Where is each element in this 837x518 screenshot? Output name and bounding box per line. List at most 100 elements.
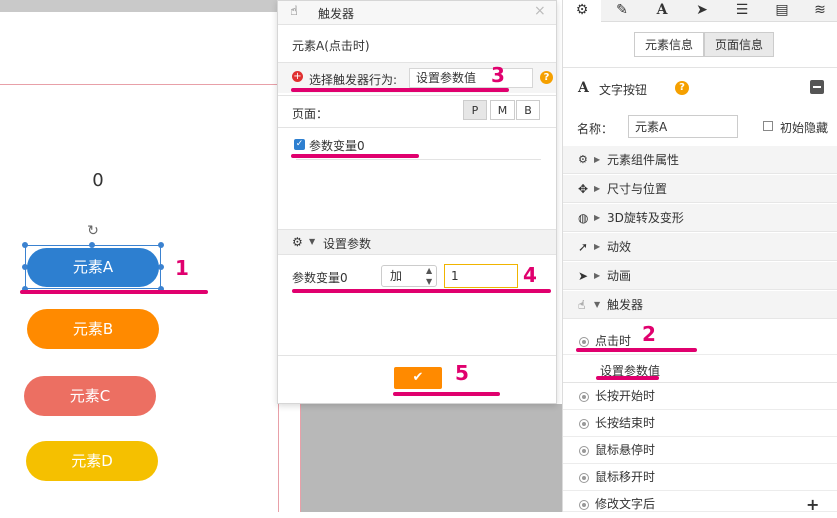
gear-icon[interactable]: ⚙ (563, 0, 601, 22)
set-param-header[interactable]: ⚙ ▼ 设置参数 (278, 229, 556, 255)
divider (278, 355, 556, 356)
gear-icon: ⚙ (578, 153, 588, 166)
event-radio (579, 410, 595, 437)
page-button-b[interactable]: B (516, 100, 540, 120)
caret-right-icon: ▶ (594, 213, 601, 222)
event-radio (579, 437, 595, 464)
annotation-underline (292, 289, 551, 293)
section-label: 触发器 (607, 298, 644, 312)
event-mouse-hover[interactable]: 鼠标悬停时 (563, 437, 837, 464)
list-icon[interactable]: ☰ (723, 0, 761, 22)
event-long-press-start[interactable]: 长按开始时 (563, 383, 837, 410)
event-long-press-end[interactable]: 长按结束时 (563, 410, 837, 437)
text-a-icon[interactable]: A (643, 0, 681, 22)
resize-handle[interactable] (158, 242, 164, 248)
hand-pointer-icon: ☝ (290, 4, 298, 19)
behavior-select[interactable]: 设置参数值 (409, 68, 533, 88)
element-b-button[interactable]: 元素B (27, 309, 159, 349)
section-label: 元素组件属性 (607, 153, 680, 167)
annotation-underline (596, 376, 659, 380)
page-button-p[interactable]: P (463, 100, 487, 120)
hidden-checkbox[interactable] (763, 121, 773, 131)
rocket-icon: ➚ (578, 240, 589, 254)
event-label: 长按结束时 (595, 416, 656, 430)
hidden-label: 初始隐藏 (780, 121, 829, 135)
document-icon[interactable]: ▤ (763, 0, 801, 22)
radio-icon (579, 418, 589, 429)
section-label: 动效 (607, 240, 632, 254)
section-size-position[interactable]: ✥ ▶ 尺寸与位置 (563, 175, 837, 203)
hand-pointer-icon: ☝ (578, 298, 586, 312)
move-icon: ✥ (578, 182, 589, 196)
annotation-underline (393, 392, 500, 396)
behavior-label: 选择触发器行为: (309, 73, 398, 87)
event-label: 鼠标悬停时 (595, 443, 656, 457)
tab-page-info[interactable]: 页面信息 (704, 32, 774, 57)
annotation-3: 3 (491, 63, 505, 87)
section-effects[interactable]: ➚ ▶ 动效 (563, 233, 837, 261)
section-3d-rotate[interactable]: ◍ ▶ 3D旋转及变形 (563, 204, 837, 232)
gear-icon: ⚙ (292, 235, 303, 249)
param-name-label: 参数变量0 (292, 271, 348, 285)
operation-select[interactable]: 加 ▲ ▼ (381, 265, 437, 287)
rotate-handle-icon[interactable]: ↻ (85, 223, 101, 239)
dialog-title: 触发器 (318, 7, 355, 21)
pencil-icon[interactable]: ✎ (603, 0, 641, 22)
radio-icon (579, 391, 589, 402)
add-icon[interactable]: + (806, 491, 819, 518)
operation-value: 加 (390, 269, 403, 283)
help-icon[interactable]: ? (675, 81, 689, 95)
section-component-props[interactable]: ⚙ ▶ 元素组件属性 (563, 146, 837, 174)
dialog-header: ☝ 触发器 × (278, 1, 556, 25)
caret-right-icon: ▶ (594, 271, 601, 280)
confirm-button[interactable]: ✔ (394, 367, 442, 389)
radio-icon (579, 499, 589, 510)
section-label: 3D旋转及变形 (607, 211, 684, 225)
divider (278, 127, 556, 128)
event-label: 长按开始时 (595, 389, 656, 403)
annotation-underline (291, 154, 419, 158)
event-text-change[interactable]: 修改文字后 + (563, 491, 837, 514)
resize-handle[interactable] (22, 242, 28, 248)
stepper-icon: ▲ ▼ (426, 266, 433, 286)
collapse-icon[interactable] (810, 80, 824, 94)
text-a-icon: A (578, 80, 589, 96)
element-c-button[interactable]: 元素C (24, 376, 156, 416)
event-mouse-leave[interactable]: 鼠标移开时 (563, 464, 837, 491)
annotation-underline (20, 290, 208, 294)
send-icon[interactable]: ➤ (683, 0, 721, 22)
caret-down-icon: ▼ (594, 300, 601, 309)
canvas-guide-line (0, 84, 280, 85)
page-button-m[interactable]: M (490, 100, 515, 120)
event-label: 修改文字后 (595, 497, 656, 511)
section-trigger[interactable]: ☝ ▼ 触发器 (563, 291, 837, 319)
tab-element-info[interactable]: 元素信息 (634, 32, 704, 57)
annotation-4: 4 (523, 263, 537, 287)
send-icon: ➤ (578, 269, 589, 283)
radio-icon (579, 445, 589, 456)
event-radio (579, 383, 595, 410)
panel-tab-bar: ⚙ ✎ A ➤ ☰ ▤ ≋ (563, 0, 837, 22)
canvas-top-bar (0, 0, 280, 12)
caret-right-icon: ▶ (594, 242, 601, 251)
radio-icon (579, 336, 589, 347)
element-a-button[interactable]: 元素A (27, 248, 159, 287)
annotation-2: 2 (642, 322, 656, 346)
element-d-button[interactable]: 元素D (26, 441, 158, 481)
name-input[interactable]: 元素A (628, 115, 738, 138)
section-animation[interactable]: ➤ ▶ 动画 (563, 262, 837, 290)
annotation-underline (291, 88, 509, 92)
divider (296, 159, 541, 160)
minus-icon (813, 86, 821, 88)
help-icon[interactable]: ? (540, 71, 553, 84)
variable-checkbox[interactable]: ✓ (294, 139, 305, 150)
close-icon[interactable]: × (534, 3, 546, 19)
dialog-subtitle: 元素A(点击时) (292, 39, 370, 53)
trigger-dialog: ☝ 触发器 × 元素A(点击时) + 选择触发器行为: 设置参数值 ? 3 页面… (277, 0, 557, 404)
annotation-1: 1 (175, 256, 189, 280)
event-radio (579, 491, 595, 518)
param-value-input[interactable]: 1 (444, 264, 518, 288)
properties-panel: ⚙ ✎ A ➤ ☰ ▤ ≋ 元素信息 页面信息 A 文字按钮 ? 名称： 元素A… (562, 0, 837, 514)
annotation-underline (576, 348, 697, 352)
database-icon[interactable]: ≋ (801, 0, 837, 22)
